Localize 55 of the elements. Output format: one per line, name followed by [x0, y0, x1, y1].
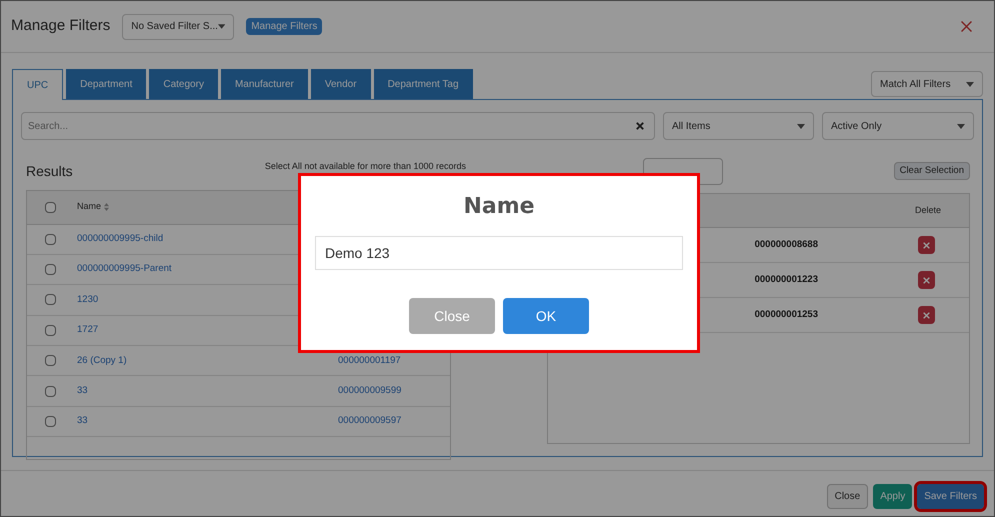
caret-icon: [966, 82, 974, 86]
close-icon: [923, 312, 930, 318]
filter-tab[interactable]: Category: [149, 69, 218, 99]
window-title: Manage Filters: [11, 16, 110, 36]
caret-icon: [957, 124, 965, 128]
delete-button[interactable]: [918, 271, 935, 289]
caret-icon: [797, 124, 805, 128]
item-code: 000000001223: [754, 272, 818, 287]
item-link[interactable]: 33: [77, 414, 317, 429]
footer-button[interactable]: Apply: [873, 484, 912, 509]
filter-tab[interactable]: Department: [66, 69, 146, 99]
footer-button[interactable]: Close: [826, 484, 868, 509]
item-code: 000000001253: [754, 308, 818, 322]
close-icon: [923, 242, 930, 248]
caret-icon: [218, 24, 226, 29]
saved-filter-select[interactable]: No Saved Filter S...: [122, 14, 234, 40]
filter-tab[interactable]: UPC: [12, 69, 64, 100]
clear-selection-button[interactable]: Clear Selection: [894, 162, 970, 180]
item-code-link[interactable]: 000000001197: [338, 354, 401, 368]
checkbox[interactable]: [45, 264, 56, 276]
sort-icon[interactable]: [104, 203, 110, 211]
footer-button[interactable]: Save Filters: [917, 484, 984, 509]
match-select[interactable]: Match All Filters: [871, 71, 983, 97]
select-all-note: Select All not available for more than 1000 records: [264, 160, 466, 173]
item-code-link[interactable]: 000000009597: [338, 414, 402, 429]
clear-icon[interactable]: [636, 122, 644, 130]
checkbox[interactable]: [45, 324, 56, 336]
column-header: Delete: [914, 204, 941, 217]
results-heading: Results: [26, 162, 73, 180]
item-link[interactable]: 33: [77, 384, 317, 398]
status-select[interactable]: Active Only: [822, 112, 974, 140]
manage-filters-button[interactable]: Manage Filters: [246, 18, 322, 35]
delete-button[interactable]: [918, 236, 935, 254]
filter-tab[interactable]: Vendor: [310, 69, 371, 99]
column-header[interactable]: Name: [77, 200, 102, 214]
items-select[interactable]: All Items: [663, 112, 814, 140]
checkbox[interactable]: [45, 355, 56, 366]
dialog-title: Name: [463, 193, 535, 221]
filter-tab[interactable]: Manufacturer: [220, 69, 308, 99]
close-icon[interactable]: [961, 21, 972, 32]
checkbox[interactable]: [45, 202, 56, 212]
item-code: 000000008688: [754, 238, 818, 252]
delete-button[interactable]: [918, 306, 935, 324]
close-icon: [923, 276, 930, 284]
dialog-button[interactable]: OK: [503, 298, 589, 334]
dialog-button[interactable]: Close: [409, 298, 495, 334]
checkbox[interactable]: [45, 294, 56, 306]
item-link[interactable]: 26 (Copy 1): [77, 354, 317, 368]
checkbox[interactable]: [45, 416, 56, 428]
filter-tab[interactable]: Department Tag: [374, 69, 473, 99]
checkbox[interactable]: [45, 386, 56, 397]
search-field[interactable]: Search...: [21, 112, 655, 140]
checkbox[interactable]: [45, 234, 56, 245]
item-code-link[interactable]: 000000009599: [338, 384, 402, 398]
name-input[interactable]: Demo 123: [315, 236, 683, 270]
